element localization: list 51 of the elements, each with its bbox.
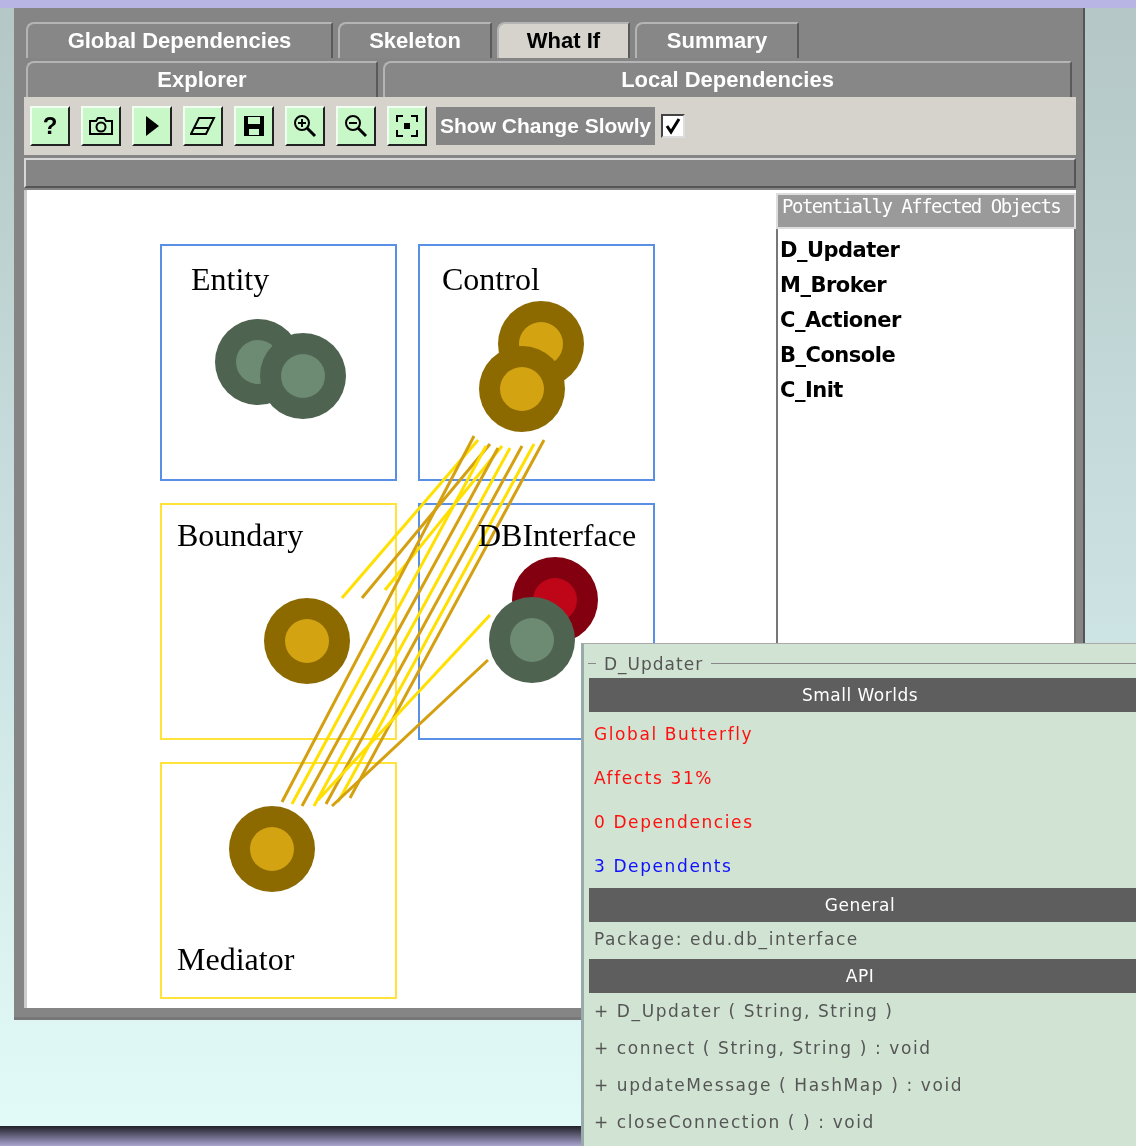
zoom-in-icon xyxy=(293,114,317,138)
fit-button[interactable] xyxy=(387,106,427,146)
show-change-slowly-label: Show Change Slowly xyxy=(436,107,656,145)
class-node-cluster[interactable] xyxy=(489,557,598,683)
list-header: Potentially Affected Objects xyxy=(776,193,1076,229)
tab[interactable]: Local Dependencies xyxy=(383,61,1072,97)
checkbox[interactable] xyxy=(661,114,686,138)
class-node-cluster[interactable] xyxy=(479,301,584,432)
save-icon xyxy=(243,115,265,137)
camera-icon xyxy=(88,115,114,137)
detail-text: Global Butterfly xyxy=(593,723,755,746)
detail-text: + updateMessage ( HashMap ) : void xyxy=(593,1074,965,1097)
play-icon xyxy=(144,115,160,137)
play-button[interactable] xyxy=(132,106,172,146)
eraser-button[interactable] xyxy=(183,106,223,146)
help-button[interactable]: ? xyxy=(30,106,70,146)
class-node-cluster[interactable] xyxy=(264,598,350,684)
zoom-out-icon xyxy=(344,114,368,138)
section-header: General xyxy=(589,888,1136,922)
package-label: Control xyxy=(442,261,540,297)
class-node-cluster[interactable] xyxy=(215,319,346,419)
detail-text: Package: edu.db_interface xyxy=(593,928,860,952)
fit-icon xyxy=(396,115,418,137)
eraser-icon xyxy=(190,116,216,136)
list-item[interactable]: D_Updater xyxy=(778,233,1074,268)
class-node-cluster[interactable] xyxy=(229,806,315,892)
detail-text: 3 Dependents xyxy=(593,855,734,878)
detail-text: + connect ( String, String ) : void xyxy=(593,1037,933,1060)
zoom-out-button[interactable] xyxy=(336,106,376,146)
detail-text: + D_Updater ( String, String ) xyxy=(593,1000,895,1024)
list-item[interactable]: M_Broker xyxy=(778,268,1074,303)
camera-button[interactable] xyxy=(81,106,121,146)
section-header: Small Worlds xyxy=(589,678,1136,712)
popup-title: D_Updater xyxy=(596,654,712,674)
package-label: Entity xyxy=(191,261,270,297)
tab[interactable]: Global Dependencies xyxy=(26,22,333,58)
tab[interactable]: Summary xyxy=(635,22,799,58)
list-item[interactable]: C_Init xyxy=(778,373,1074,408)
tab[interactable]: Explorer xyxy=(26,61,378,97)
list-item[interactable]: B_Console xyxy=(778,338,1074,373)
package-label: Mediator xyxy=(177,941,295,977)
zoom-in-button[interactable] xyxy=(285,106,325,146)
tab[interactable]: What If xyxy=(497,22,630,58)
list-item[interactable]: C_Actioner xyxy=(778,303,1074,338)
detail-text: 0 Dependencies xyxy=(593,811,755,834)
section-header: API xyxy=(589,959,1136,993)
detail-text: + closeConnection ( ) : void xyxy=(593,1111,876,1134)
package-label: Boundary xyxy=(177,517,304,553)
detail-text: Affects 31% xyxy=(593,767,715,790)
save-button[interactable] xyxy=(234,106,274,146)
tab[interactable]: Skeleton xyxy=(338,22,492,58)
